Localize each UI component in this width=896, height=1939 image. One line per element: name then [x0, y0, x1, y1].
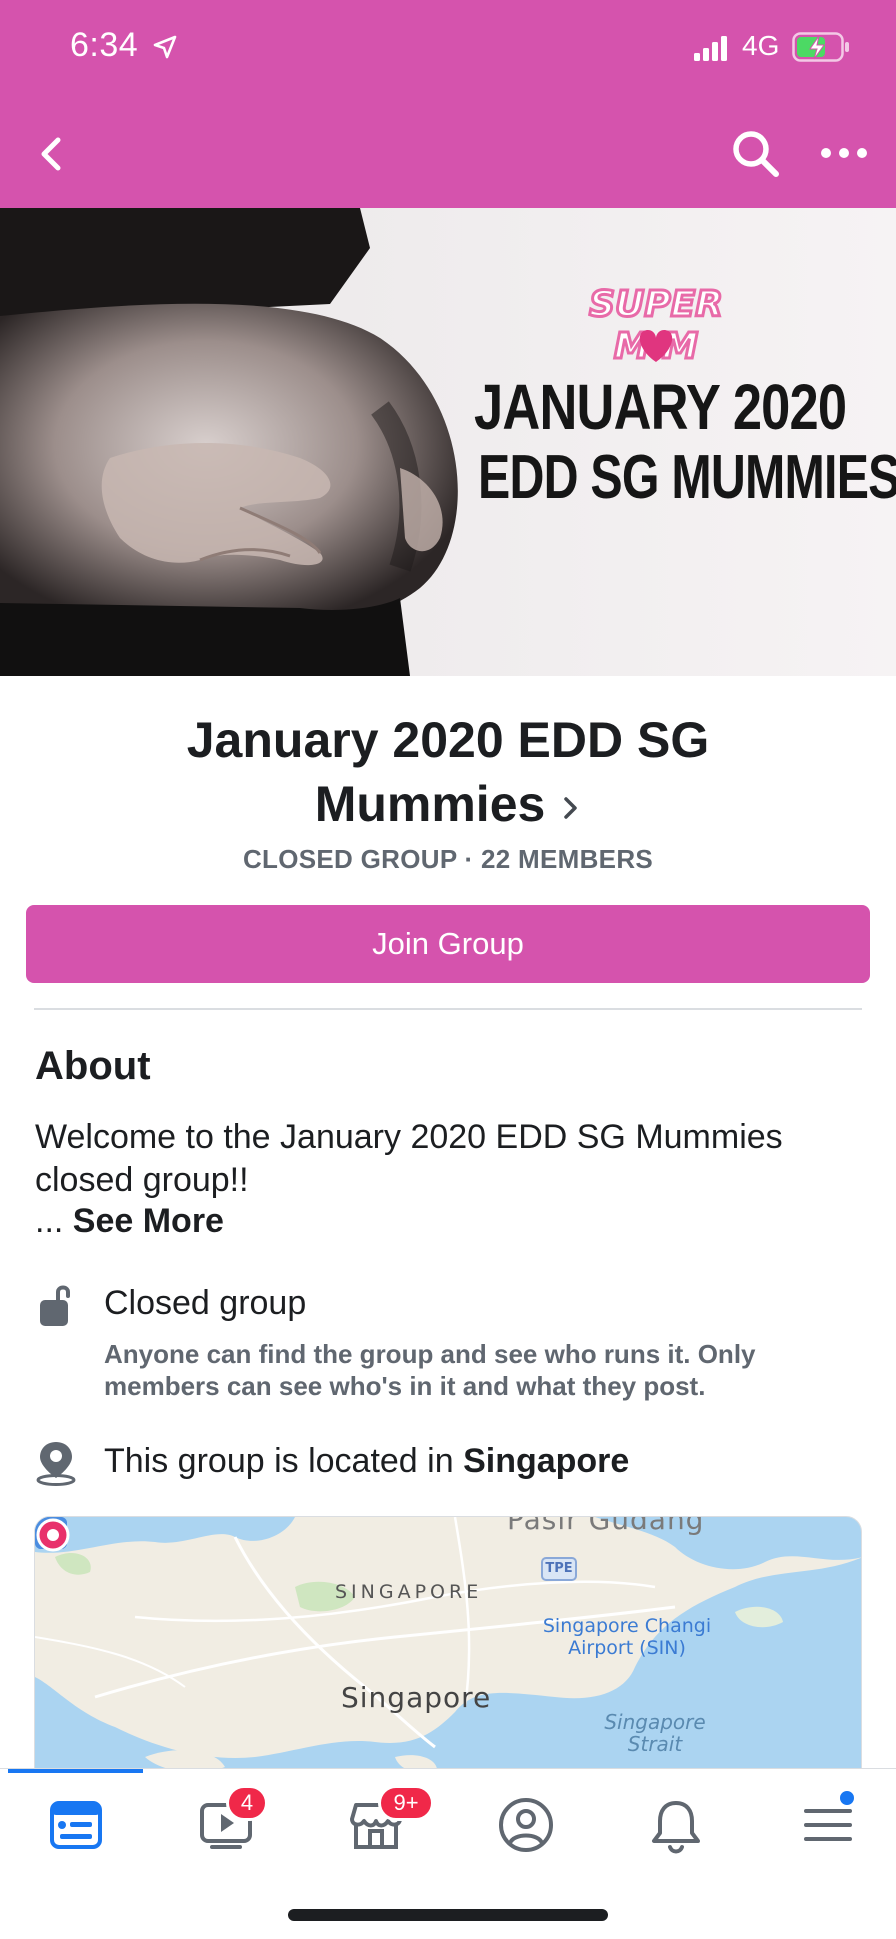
see-more-prefix: ...	[35, 1202, 73, 1240]
menu-notification-dot	[838, 1789, 856, 1807]
unlocked-padlock-icon	[40, 1285, 70, 1326]
location-prefix: This group is located in	[104, 1442, 464, 1480]
map-label-singapore: Singapore	[341, 1681, 492, 1714]
group-cover-photo[interactable]: SUPER M M JANUARY 2020 EDD SG MUMMIES	[0, 208, 896, 676]
map-location-pin-icon	[36, 1518, 70, 1552]
group-name[interactable]: January 2020 EDD SG Mummies	[100, 708, 796, 836]
news-feed-icon	[50, 1801, 102, 1849]
super-mom-logo: SUPER M M	[588, 283, 725, 369]
location-text: This group is located in Singapore	[104, 1442, 629, 1481]
cover-headline-line1: JANUARY 2020	[474, 371, 847, 443]
group-meta: CLOSED GROUP · 22 MEMBERS	[242, 844, 654, 874]
network-type: 4G	[742, 30, 780, 61]
see-more-link[interactable]: ... See More	[35, 1202, 224, 1241]
signal-bars-icon	[694, 36, 727, 61]
back-chevron-icon[interactable]	[30, 126, 76, 182]
map-terrain	[35, 1517, 861, 1775]
about-description: Welcome to the January 2020 EDD SG Mummi…	[35, 1118, 783, 1199]
join-group-button[interactable]: Join Group	[26, 905, 870, 983]
group-name-text: January 2020 EDD SG Mummies	[186, 712, 710, 832]
marketplace-badge: 9+	[378, 1785, 434, 1821]
tab-watch[interactable]: 4	[186, 1785, 268, 1863]
notifications-bell-icon	[652, 1801, 700, 1854]
see-more-label[interactable]: See More	[73, 1202, 224, 1240]
profile-icon	[499, 1798, 553, 1852]
status-time: 6:34	[70, 26, 139, 64]
home-indicator[interactable]	[288, 1909, 608, 1921]
about-heading: About	[35, 1044, 151, 1088]
privacy-title: Closed group	[104, 1284, 307, 1322]
tab-menu[interactable]	[788, 1791, 868, 1863]
chevron-right-icon	[564, 797, 578, 819]
location-name[interactable]: Singapore	[463, 1442, 629, 1480]
tab-profile[interactable]	[486, 1791, 566, 1863]
navigation-bar	[0, 100, 896, 208]
tab-news-feed[interactable]	[36, 1791, 116, 1863]
svg-text:SUPER: SUPER	[589, 284, 723, 325]
section-divider	[34, 1008, 862, 1010]
cover-headline-line2: EDD SG MUMMIES	[478, 443, 896, 512]
watch-badge: 4	[226, 1785, 268, 1821]
map-label-tpe: TPE	[541, 1557, 577, 1581]
battery-charging-icon	[792, 32, 849, 62]
map-label-singapore-caps: SINGAPORE	[335, 1581, 483, 1603]
more-dots-icon[interactable]	[818, 138, 870, 168]
location-pin-icon	[36, 1442, 76, 1486]
map-label-changi-airport: Singapore Changi Airport (SIN)	[542, 1615, 712, 1659]
status-bar: 6:34 4G	[0, 0, 896, 100]
privacy-description: Anyone can find the group and see who ru…	[104, 1339, 756, 1401]
map-label-pasir-gudang: Pasir Gudang	[507, 1516, 705, 1536]
tab-marketplace[interactable]: 9+	[336, 1785, 434, 1863]
tab-notifications[interactable]	[636, 1791, 716, 1863]
location-map[interactable]: Pasir Gudang TPE SINGAPORE Singapore Cha…	[34, 1516, 862, 1776]
location-arrow-icon	[153, 35, 177, 59]
active-tab-indicator	[8, 1769, 143, 1773]
search-icon[interactable]	[730, 128, 782, 180]
map-label-singapore-strait: Singapore Strait	[604, 1710, 706, 1756]
